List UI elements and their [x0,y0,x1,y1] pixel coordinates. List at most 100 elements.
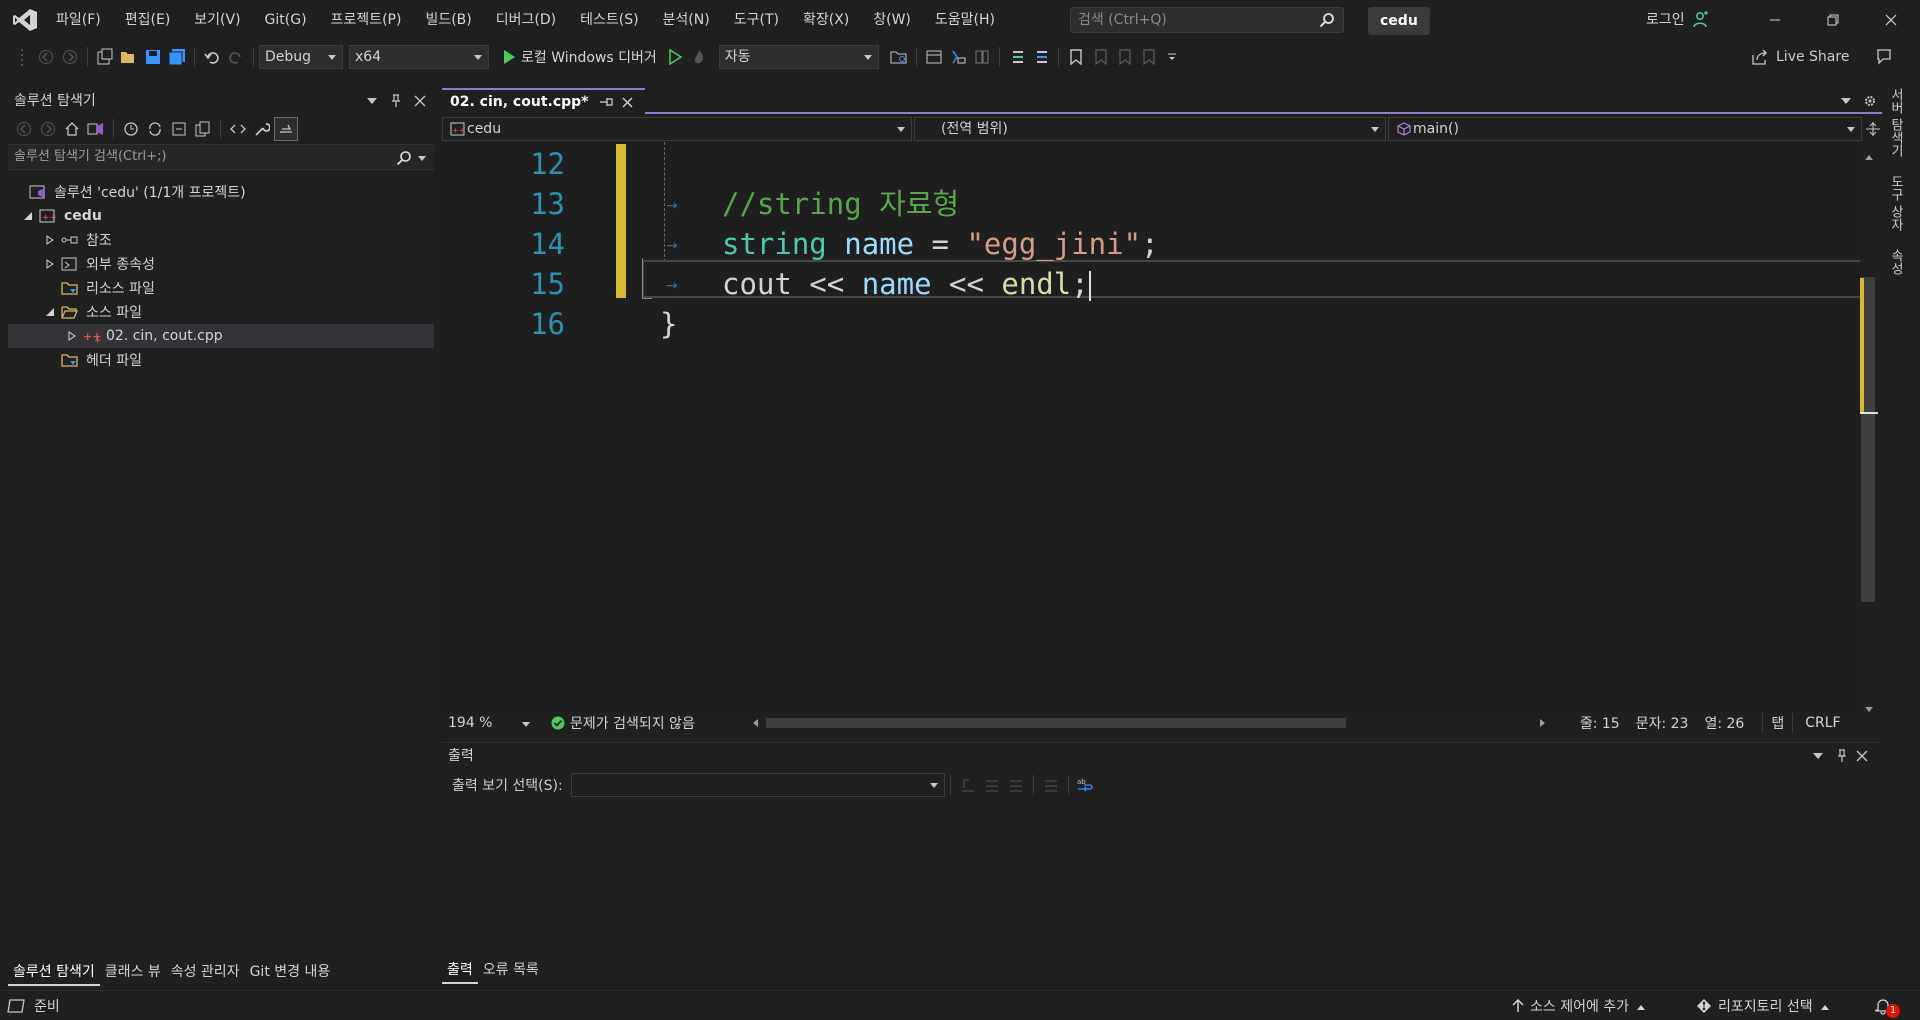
menu-extensions[interactable]: 확장(X) [791,0,861,40]
platform-dropdown[interactable]: x64 [349,45,489,69]
properties-wrench-icon[interactable] [250,117,274,141]
search-input[interactable]: 검색 (Ctrl+Q) [1070,7,1344,33]
close-window-button[interactable] [1862,0,1920,40]
menu-analyze[interactable]: 분석(N) [651,0,722,40]
tab-property-manager[interactable]: 속성 관리자 [166,960,245,986]
tree-item-source-file[interactable]: ++ + 02. cin, cout.cpp [8,324,434,348]
settings-gear-icon[interactable] [1858,89,1882,113]
save-all-icon[interactable] [165,45,189,69]
next-message-icon[interactable] [1004,773,1028,797]
expanded-arrow-icon[interactable] [42,304,58,320]
visual-studio-logo-icon[interactable] [12,8,38,36]
pin-tab-icon[interactable] [597,90,615,114]
close-panel-icon[interactable] [1850,744,1874,768]
live-share-button[interactable]: Live Share [1748,45,1849,69]
zoom-dropdown[interactable]: 194 % [448,715,506,731]
char-indicator[interactable]: 문자: 23 [1636,713,1689,733]
view-code-icon[interactable] [226,117,250,141]
menu-edit[interactable]: 편집(E) [113,0,183,40]
menu-file[interactable]: 파일(F) [44,0,113,40]
tree-item-references[interactable]: 참조 [8,228,434,252]
minimize-button[interactable] [1746,0,1804,40]
open-folder-icon[interactable] [117,45,141,69]
tab-solution-explorer[interactable]: 솔루션 탐색기 [8,960,100,986]
show-all-files-icon[interactable] [191,117,215,141]
uncomment-icon[interactable] [1029,45,1053,69]
tab-error-list[interactable]: 오류 목록 [478,958,544,984]
line-indicator[interactable]: 줄: 15 [1580,713,1620,733]
toolbar-overflow-icon[interactable] [1160,45,1184,69]
restore-button[interactable] [1804,0,1862,40]
search-options-icon[interactable] [410,146,434,170]
menu-test[interactable]: 테스트(S) [568,0,650,40]
code-editor[interactable]: 12 13 14 15 16 → → → //string 자료형 string… [442,142,1860,712]
debug-mode-dropdown[interactable]: 자동 [718,45,879,69]
close-tab-icon[interactable] [619,90,637,114]
tree-item-solution[interactable]: 솔루션 'cedu' (1/1개 프로젝트) [8,180,434,204]
indentation-indicator[interactable]: 탭 [1762,713,1794,733]
prev-message-icon[interactable] [980,773,1004,797]
expanded-arrow-icon[interactable] [20,208,36,224]
menu-project[interactable]: 프로젝트(P) [319,0,414,40]
start-debug-icon[interactable] [497,45,521,69]
output-source-dropdown[interactable] [570,773,945,797]
prev-bookmark-icon[interactable] [1088,45,1112,69]
hot-reload-icon[interactable] [687,45,711,69]
hscroll-right-arrow-icon[interactable] [1539,715,1545,731]
zoom-dropdown-arrow-icon[interactable] [522,715,530,731]
split-editor-icon[interactable] [1864,117,1882,141]
solution-explorer-search-input[interactable]: 솔루션 탐색기 검색(Ctrl+;) [8,144,434,170]
home-icon[interactable] [60,117,84,141]
pin-icon[interactable] [384,89,408,113]
forward-icon[interactable] [36,117,60,141]
add-to-source-control-button[interactable]: 소스 제어에 추가 [1506,991,1646,1020]
find-in-files-icon[interactable] [887,45,911,69]
clear-bookmarks-icon[interactable] [1136,45,1160,69]
window-icon[interactable] [970,45,994,69]
tab-output[interactable]: 출력 [442,958,478,984]
clear-all-icon[interactable] [1039,773,1063,797]
hscroll-left-arrow-icon[interactable] [752,715,758,731]
collapsed-arrow-icon[interactable] [42,232,58,248]
tab-git-changes[interactable]: Git 변경 내용 [245,960,336,986]
notifications-button[interactable]: 1 [1874,996,1900,1018]
rail-properties[interactable]: 속성 [1886,249,1905,275]
rail-server-explorer[interactable]: 서버 탐색기 [1886,88,1905,157]
new-project-icon[interactable] [93,45,117,69]
column-indicator[interactable]: 열: 26 [1704,713,1744,733]
preview-selected-icon[interactable] [274,117,298,141]
close-panel-icon[interactable] [408,89,432,113]
menu-view[interactable]: 보기(V) [182,0,252,40]
collapsed-arrow-icon[interactable] [64,328,80,344]
next-bookmark-icon[interactable] [1112,45,1136,69]
tree-item-project[interactable]: ++ cedu [8,204,434,228]
menu-help[interactable]: 도움말(H) [923,0,1007,40]
find-message-icon[interactable] [956,773,980,797]
vertical-scrollbar[interactable] [1860,142,1878,712]
pending-changes-icon[interactable] [119,117,143,141]
solution-config-dropdown[interactable]: Debug [259,45,343,69]
undo-icon[interactable] [200,45,224,69]
collapse-all-icon[interactable] [167,117,191,141]
tab-class-view[interactable]: 클래스 뷰 [100,960,166,986]
tab-document[interactable]: 02. cin, cout.cpp* [442,88,645,114]
menu-build[interactable]: 빌드(B) [413,0,483,40]
sync-icon[interactable] [143,117,167,141]
tree-item-source-files[interactable]: 소스 파일 [8,300,434,324]
scope-dropdown[interactable]: (전역 범위) [914,117,1386,141]
switch-views-icon[interactable] [84,117,108,141]
debugger-target-button[interactable]: 로컬 Windows 디버거 [521,47,657,67]
layout-icon[interactable] [922,45,946,69]
rail-toolbox[interactable]: 도구 상자 [1886,175,1905,231]
scroll-up-arrow-icon[interactable] [1865,148,1873,164]
bookmark-icon[interactable] [1064,45,1088,69]
feedback-icon[interactable] [1872,45,1896,69]
member-dropdown[interactable]: main() [1388,117,1862,141]
issues-status[interactable]: 문제가 검색되지 않음 [570,713,695,733]
start-without-debug-icon[interactable] [663,45,687,69]
collapsed-arrow-icon[interactable] [42,256,58,272]
tree-item-resource-files[interactable]: 리소스 파일 [8,276,434,300]
menu-window[interactable]: 창(W) [861,0,923,40]
tree-item-external-dependencies[interactable]: 외부 종속성 [8,252,434,276]
horizontal-scrollbar-thumb[interactable] [765,718,1346,728]
